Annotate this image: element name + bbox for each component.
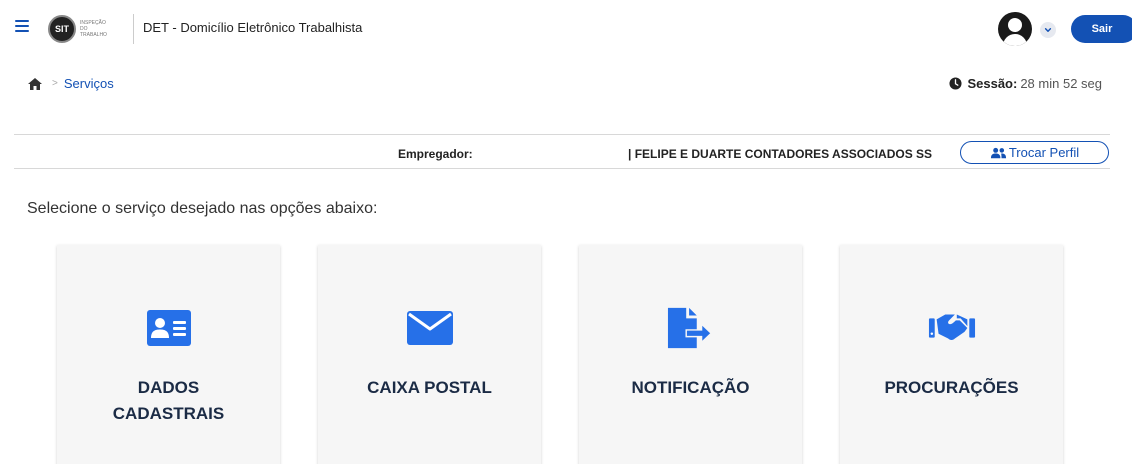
envelope-icon [406,308,454,348]
service-card-label-line2: CADASTRAIS [112,404,225,423]
chevron-down-icon[interactable] [1040,22,1056,38]
users-icon [990,147,1006,158]
service-card-procuracoes[interactable]: PROCURAÇÕES [840,245,1063,464]
id-card-icon [145,308,193,348]
service-card-label-line1: PROCURAÇÕES [884,378,1019,397]
logout-button[interactable]: Sair [1071,15,1132,43]
user-avatar-icon[interactable] [998,12,1032,46]
chevron-right-icon: > [52,78,58,89]
breadcrumb-current[interactable]: Serviços [64,76,114,91]
handshake-icon [928,308,976,348]
service-card-caixa-postal[interactable]: CAIXA POSTAL [318,245,541,464]
service-card-label-line1: CAIXA POSTAL [367,378,492,397]
service-card-dados-cadastrais[interactable]: DADOS CADASTRAIS [57,245,280,464]
employer-bar: Empregador: | FELIPE E DUARTE CONTADORES… [14,134,1110,169]
service-card-label: PROCURAÇÕES [850,375,1053,401]
breadcrumb: > Serviços [27,76,114,91]
clock-icon [949,77,962,90]
service-card-label-line1: DADOS [137,378,200,397]
hamburger-menu-icon[interactable] [15,20,29,34]
switch-profile-label: Trocar Perfil [1008,145,1080,160]
sit-logo-subtitle: Inspeção do Trabalho [80,20,107,38]
session-timer: Sessão: 28 min 52 seg [949,76,1102,91]
session-remaining: 28 min 52 seg [1020,76,1102,91]
switch-profile-button[interactable]: Trocar Perfil [960,141,1109,164]
service-card-label: CAIXA POSTAL [328,375,531,401]
employer-label: Empregador: [398,147,473,161]
service-card-label: NOTIFICAÇÃO [589,375,792,401]
header-divider [133,14,134,44]
sit-logo-emblem: SIT [48,15,76,43]
sit-logo[interactable]: SIT Inspeção do Trabalho [48,13,112,45]
app-title: DET - Domicílio Eletrônico Trabalhista [143,20,363,35]
app-header: SIT Inspeção do Trabalho DET - Domicílio… [0,0,1132,58]
instruction-text: Selecione o serviço desejado nas opções … [27,200,378,217]
session-label: Sessão: [967,76,1018,91]
file-export-icon [667,307,715,349]
service-card-label: DADOS CADASTRAIS [67,375,270,427]
employer-name: | FELIPE E DUARTE CONTADORES ASSOCIADOS … [628,147,933,161]
service-card-label-line1: NOTIFICAÇÃO [631,378,750,397]
home-icon[interactable] [27,77,43,91]
service-card-notificacao[interactable]: NOTIFICAÇÃO [579,245,802,464]
